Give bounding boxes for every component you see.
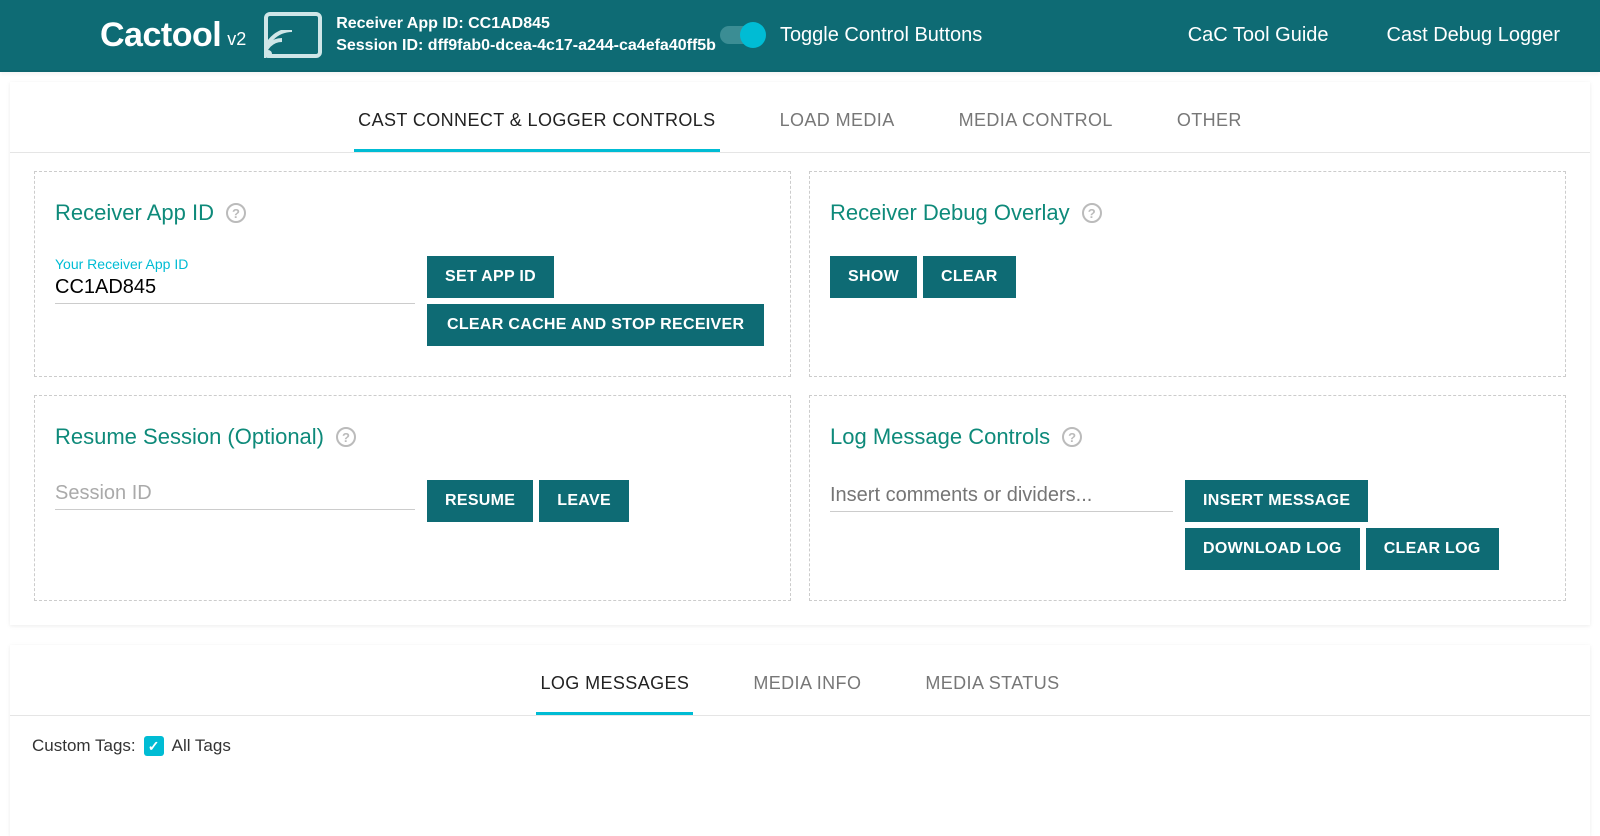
receiver-app-id-input[interactable]	[55, 274, 415, 304]
receiver-app-id-field: Your Receiver App ID	[55, 256, 415, 304]
resume-button[interactable]: RESUME	[427, 480, 533, 522]
toggle-control-buttons-wrap: Toggle Control Buttons	[720, 24, 982, 47]
tab-log-messages[interactable]: LOG MESSAGES	[536, 663, 693, 715]
clear-cache-stop-receiver-button[interactable]: CLEAR CACHE AND STOP RECEIVER	[427, 304, 764, 346]
card-title-resume-session: Resume Session (Optional)	[55, 424, 324, 450]
session-id-label: Session ID:	[336, 37, 423, 54]
help-icon[interactable]: ?	[1082, 203, 1102, 223]
session-id-field	[55, 480, 415, 510]
leave-button[interactable]: LEAVE	[539, 480, 629, 522]
tab-media-status[interactable]: MEDIA STATUS	[921, 663, 1063, 715]
help-icon[interactable]: ?	[1062, 427, 1082, 447]
help-icon[interactable]: ?	[336, 427, 356, 447]
set-app-id-button[interactable]: SET APP ID	[427, 256, 554, 298]
card-title-debug-overlay: Receiver Debug Overlay	[830, 200, 1070, 226]
clear-overlay-button[interactable]: CLEAR	[923, 256, 1016, 298]
link-cac-guide[interactable]: CaC Tool Guide	[1188, 24, 1329, 47]
all-tags-label: All Tags	[172, 736, 231, 756]
receiver-app-id-value: CC1AD845	[468, 15, 550, 32]
tab-media-info[interactable]: MEDIA INFO	[749, 663, 865, 715]
log-message-field	[830, 480, 1173, 512]
app-version: v2	[227, 29, 246, 50]
log-panel: LOG MESSAGES MEDIA INFO MEDIA STATUS Cus…	[10, 645, 1590, 836]
card-title-receiver-app-id: Receiver App ID	[55, 200, 214, 226]
toggle-control-buttons[interactable]	[720, 26, 764, 44]
app-header: Cactool v2 Receiver App ID: CC1AD845 Ses…	[0, 0, 1600, 72]
show-overlay-button[interactable]: SHOW	[830, 256, 917, 298]
card-resume-session: Resume Session (Optional) ? RESUME LEAVE	[34, 395, 791, 601]
help-icon[interactable]: ?	[226, 203, 246, 223]
custom-tags-row: Custom Tags: ✓ All Tags	[10, 716, 1590, 836]
tab-cast-connect[interactable]: CAST CONNECT & LOGGER CONTROLS	[354, 100, 719, 152]
receiver-app-id-label: Receiver App ID:	[336, 15, 463, 32]
session-id-input[interactable]	[55, 480, 415, 510]
toggle-label: Toggle Control Buttons	[780, 24, 982, 47]
main-panel: CAST CONNECT & LOGGER CONTROLS LOAD MEDI…	[10, 82, 1590, 625]
card-title-log-controls: Log Message Controls	[830, 424, 1050, 450]
header-links: CaC Tool Guide Cast Debug Logger	[1188, 24, 1560, 47]
card-debug-overlay: Receiver Debug Overlay ? SHOW CLEAR	[809, 171, 1566, 377]
cast-icon[interactable]	[264, 12, 322, 58]
app-name: Cactool	[100, 16, 221, 55]
session-info: Receiver App ID: CC1AD845 Session ID: df…	[336, 13, 716, 56]
download-log-button[interactable]: DOWNLOAD LOG	[1185, 528, 1360, 570]
receiver-app-id-field-label: Your Receiver App ID	[55, 256, 415, 272]
logo: Cactool v2	[100, 16, 246, 55]
main-tabs: CAST CONNECT & LOGGER CONTROLS LOAD MEDI…	[10, 82, 1590, 153]
insert-message-button[interactable]: INSERT MESSAGE	[1185, 480, 1368, 522]
log-tabs: LOG MESSAGES MEDIA INFO MEDIA STATUS	[10, 645, 1590, 716]
session-id-value: dff9fab0-dcea-4c17-a244-ca4efa40ff5b	[428, 37, 716, 54]
tab-media-control[interactable]: MEDIA CONTROL	[955, 100, 1117, 152]
log-message-input[interactable]	[830, 480, 1173, 512]
tab-other[interactable]: OTHER	[1173, 100, 1246, 152]
card-receiver-app-id: Receiver App ID ? Your Receiver App ID S…	[34, 171, 791, 377]
link-cast-debug-logger[interactable]: Cast Debug Logger	[1387, 24, 1560, 47]
clear-log-button[interactable]: CLEAR LOG	[1366, 528, 1499, 570]
custom-tags-label: Custom Tags:	[32, 736, 136, 756]
tab-load-media[interactable]: LOAD MEDIA	[776, 100, 899, 152]
card-log-controls: Log Message Controls ? INSERT MESSAGE DO…	[809, 395, 1566, 601]
all-tags-checkbox[interactable]: ✓	[144, 736, 164, 756]
